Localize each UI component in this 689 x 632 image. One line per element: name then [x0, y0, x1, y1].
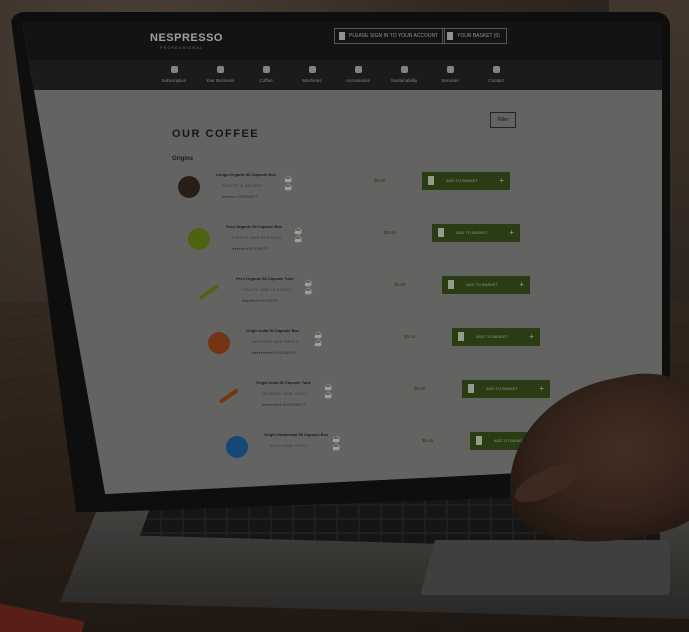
coffee-icon — [262, 66, 270, 73]
add-to-basket-button[interactable]: ADD TO BASKET + — [462, 380, 550, 398]
sustainability-icon — [400, 66, 408, 73]
sign-in-button[interactable]: PLEASE SIGN IN TO YOUR ACCOUNT — [334, 28, 446, 44]
product-notes: INTENSE AND SPICY — [252, 339, 299, 344]
accessories-icon — [354, 66, 362, 73]
product-price: $5.46 — [404, 334, 416, 339]
product-notes: FRUITY AND ELEGANT — [232, 235, 283, 240]
capsule-tube-image — [218, 388, 240, 404]
quantity-icon — [476, 436, 482, 445]
quantity-icon — [458, 332, 464, 341]
contact-icon — [492, 66, 500, 73]
capsule-image — [226, 436, 248, 458]
product-price: $5.46 — [394, 282, 406, 287]
nav-label: Coffee — [259, 78, 273, 83]
services-icon — [446, 66, 454, 73]
nav-label: Services — [441, 78, 459, 83]
plus-icon: + — [499, 176, 504, 185]
quantity-icon — [468, 384, 474, 393]
nav-item-business[interactable]: Your Business — [196, 62, 244, 83]
site-header: NESPRESSO PROFESSIONAL PLEASE SIGN IN TO… — [22, 22, 662, 60]
product-name[interactable]: Peru Organic 50 Capsule Box — [226, 224, 282, 229]
capsule-image — [188, 228, 210, 250]
nav-label: Subscription — [161, 78, 187, 83]
nav-item-accessories[interactable]: Accessories — [334, 62, 382, 83]
add-to-basket-button[interactable]: ADD TO BASKET + — [432, 224, 520, 242]
brand-logo-subtitle: PROFESSIONAL — [160, 45, 204, 50]
nav-label: Sustainability — [390, 78, 418, 83]
add-to-basket-button[interactable]: ADD TO BASKET + — [442, 276, 530, 294]
cup-size-icon: ☕☕ — [284, 176, 293, 191]
plus-icon: + — [529, 332, 534, 341]
product-name[interactable]: Peru Organic 50 Capsule Tube — [236, 276, 294, 281]
quantity-icon — [438, 228, 444, 237]
product-intensity: ●●●●●● 7 INTENSITY — [222, 195, 258, 199]
nav-item-coffee[interactable]: Coffee — [242, 62, 290, 83]
product-notes: FRUITY & BRIGHT — [222, 183, 263, 188]
plus-icon: + — [509, 228, 514, 237]
main-nav: Subscription Your Business Coffee Machin… — [22, 60, 662, 90]
cup-size-icon: ☕☕ — [332, 436, 341, 451]
basket-button-label: ADD TO BASKET — [486, 386, 518, 391]
business-icon — [216, 66, 224, 73]
filter-button[interactable]: Filter — [490, 112, 516, 128]
quantity-icon — [448, 280, 454, 289]
nav-label: Accessories — [345, 78, 371, 83]
basket-icon — [447, 32, 453, 40]
sign-in-label: PLEASE SIGN IN TO YOUR ACCOUNT — [349, 33, 439, 39]
basket-button[interactable]: YOUR BASKET (0) — [442, 28, 507, 44]
user-icon — [339, 32, 345, 40]
product-price: $5.46 — [414, 386, 426, 391]
quantity-icon — [428, 176, 434, 185]
product-name[interactable]: Congo Organic 50 Capsule Box — [216, 172, 276, 177]
plus-icon: + — [519, 280, 524, 289]
basket-button-label: ADD TO BASKET — [446, 178, 478, 183]
cup-size-icon: ☕☕ — [324, 384, 333, 399]
basket-label: YOUR BASKET (0) — [457, 33, 500, 39]
product-name[interactable]: Origin Guatemala 50 Capsule Box — [264, 432, 328, 437]
page-title: OUR COFFEE — [172, 128, 260, 140]
product-price: $5.46 — [422, 438, 434, 443]
section-heading: Origins — [172, 156, 194, 162]
product-intensity: ●●●●●● 6 INTENSITY — [232, 247, 268, 251]
capsule-image — [208, 332, 230, 354]
product-name[interactable]: Origin India 50 Capsule Box — [246, 328, 299, 333]
cup-size-icon: ☕☕ — [314, 332, 323, 347]
product-intensity: ●●●●●●●●● 10 INTENSITY — [262, 403, 307, 407]
subscription-icon — [170, 66, 178, 73]
plus-icon: + — [539, 384, 544, 393]
basket-button-label: ADD TO BASKET — [456, 230, 488, 235]
basket-button-label: ADD TO BASKET — [476, 334, 508, 339]
capsule-tube-image — [198, 284, 220, 300]
product-notes: INTENSE AND SPICY — [262, 391, 309, 396]
brand-logo[interactable]: NESPRESSO — [150, 32, 223, 44]
nav-item-sustainability[interactable]: Sustainability — [380, 62, 428, 83]
product-name[interactable]: Origin India 50 Capsule Tube — [256, 380, 311, 385]
machine-icon — [308, 66, 316, 73]
laptop-trackpad — [420, 540, 670, 595]
nav-label: Your Business — [205, 78, 235, 83]
product-notes: FRUITY AND ELEGANT — [242, 287, 293, 292]
product-intensity: ●●●●●●●●● 10 INTENSITY — [252, 351, 297, 355]
photo-scene: NESPRESSO PROFESSIONAL PLEASE SIGN IN TO… — [0, 0, 689, 632]
nav-item-subscription[interactable]: Subscription — [150, 62, 198, 83]
add-to-basket-button[interactable]: ADD TO BASKET + — [452, 328, 540, 346]
product-price: $5.46 — [374, 178, 386, 183]
nav-label: Contact — [488, 78, 504, 83]
capsule-image — [178, 176, 200, 198]
nav-item-contact[interactable]: Contact — [472, 62, 520, 83]
product-notes: BOLD AND SILKY — [270, 443, 309, 448]
basket-button-label: ADD TO BASKET — [466, 282, 498, 287]
product-intensity: ●●●●●● 6 INTENSITY — [242, 299, 278, 303]
product-price: $5.46 — [384, 230, 396, 235]
nav-label: Machines — [302, 78, 322, 83]
cup-size-icon: ☕☕ — [304, 280, 313, 295]
nav-item-machines[interactable]: Machines — [288, 62, 336, 83]
add-to-basket-button[interactable]: ADD TO BASKET + — [422, 172, 510, 190]
cup-size-icon: ☕☕ — [294, 228, 303, 243]
nav-item-services[interactable]: Services — [426, 62, 474, 83]
